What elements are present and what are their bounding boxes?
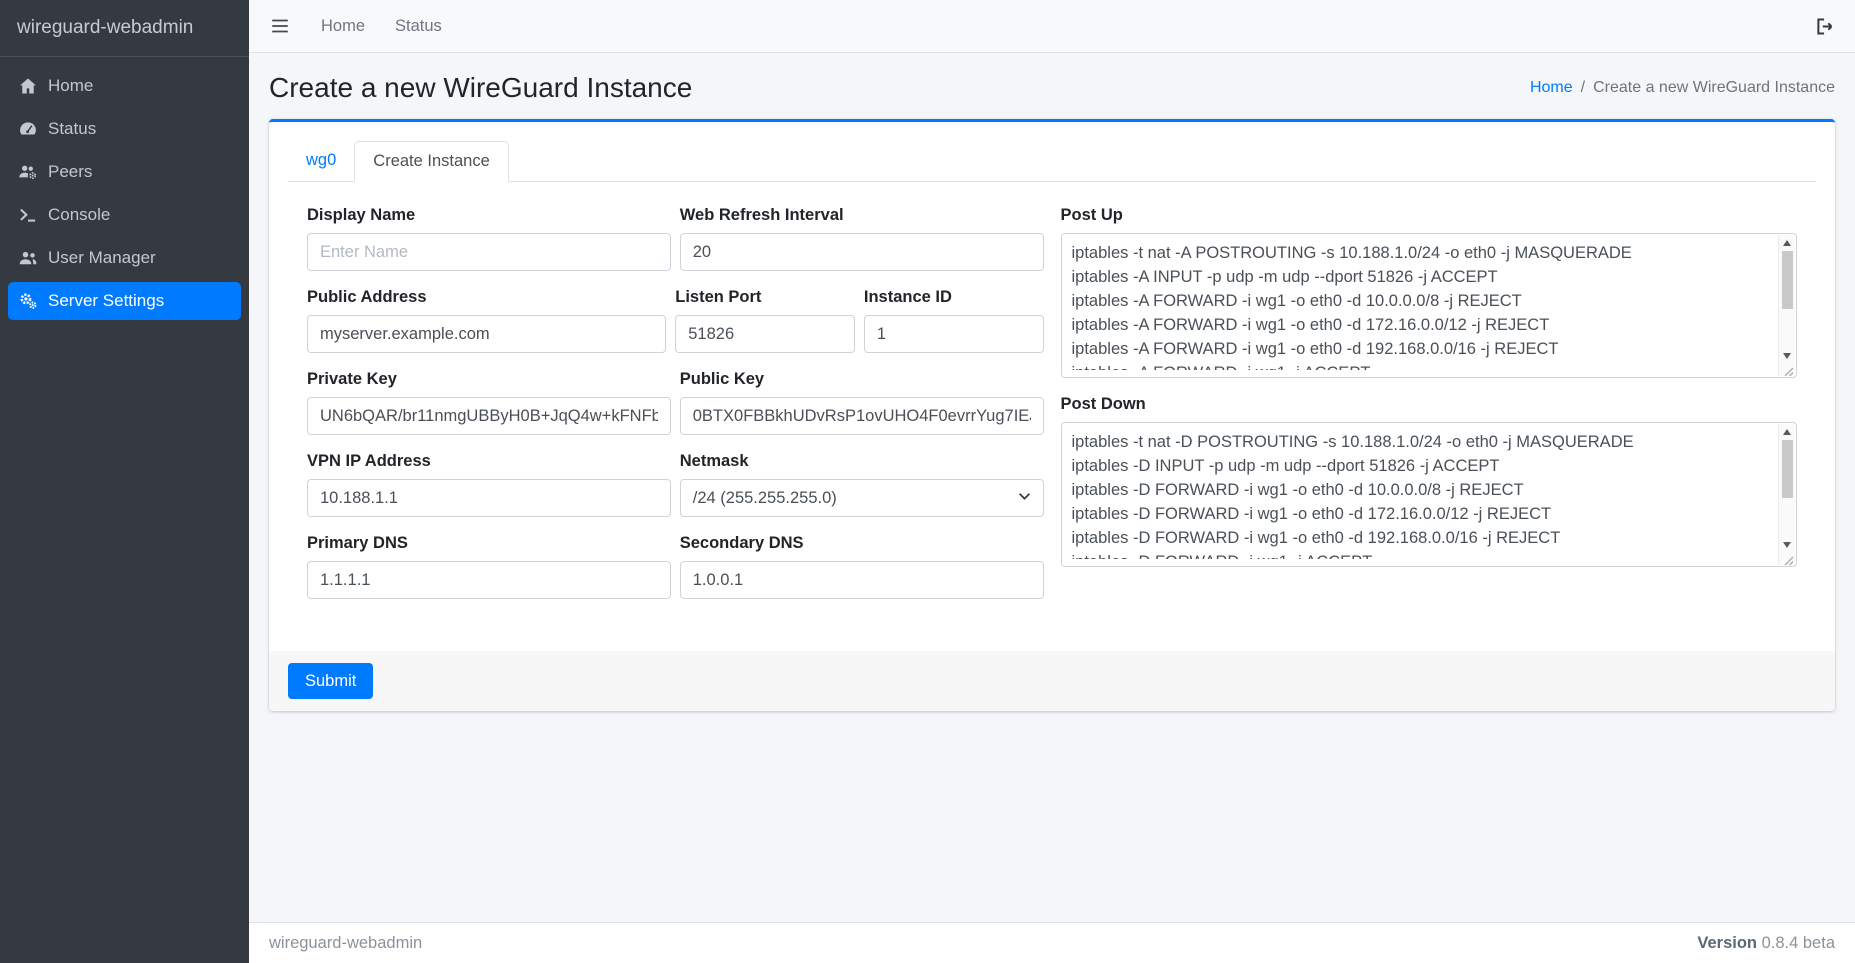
page-footer: wireguard-webadmin Version 0.8.4 beta <box>249 922 1855 963</box>
version-value: 0.8.4 beta <box>1762 934 1835 952</box>
web-refresh-interval-label: Web Refresh Interval <box>680 206 1044 225</box>
display-name-field[interactable] <box>307 233 671 271</box>
vpn-ip-label: VPN IP Address <box>307 452 671 471</box>
footer-brand: wireguard-webadmin <box>269 934 422 953</box>
instance-id-field[interactable] <box>864 315 1044 353</box>
sidebar-item-label: User Manager <box>48 248 156 268</box>
hamburger-icon[interactable] <box>269 15 291 37</box>
scroll-thumb[interactable] <box>1782 251 1793 309</box>
card-body: wg0 Create Instance Display Name <box>269 122 1835 651</box>
post-down-label: Post Down <box>1061 395 1798 414</box>
app-root: wireguard-webadmin Home Status Peers <box>0 0 1855 963</box>
footer-version: Version 0.8.4 beta <box>1697 934 1835 953</box>
tab-wg0[interactable]: wg0 <box>288 141 354 182</box>
users-gear-icon <box>18 162 48 182</box>
sidebar-item-status[interactable]: Status <box>8 110 241 148</box>
home-icon <box>18 76 48 96</box>
public-key-field[interactable] <box>680 397 1044 435</box>
scroll-up-icon[interactable] <box>1783 429 1791 435</box>
primary-dns-field[interactable] <box>307 561 671 599</box>
resize-grip-icon[interactable] <box>1783 553 1794 564</box>
scroll-thumb[interactable] <box>1782 440 1793 498</box>
post-down-scrollbar[interactable] <box>1778 424 1795 565</box>
top-navbar: Home Status <box>249 0 1855 53</box>
tachometer-icon <box>18 119 48 139</box>
primary-dns-label: Primary DNS <box>307 534 671 553</box>
cogs-icon <box>18 291 48 311</box>
private-key-label: Private Key <box>307 370 671 389</box>
version-label: Version <box>1697 934 1757 952</box>
secondary-dns-field[interactable] <box>680 561 1044 599</box>
breadcrumb-current: Create a new WireGuard Instance <box>1593 79 1835 97</box>
content-area: Create a new WireGuard Instance Home / C… <box>249 53 1855 922</box>
chevron-down-icon <box>1018 489 1031 508</box>
post-up-label: Post Up <box>1061 206 1798 225</box>
nav-link-home[interactable]: Home <box>321 17 365 36</box>
post-down-textarea[interactable]: iptables -t nat -D POSTROUTING -s 10.188… <box>1061 422 1798 567</box>
instance-form: Display Name Web Refresh Interval <box>288 182 1816 616</box>
sidebar-item-label: Console <box>48 205 110 225</box>
sidebar-item-label: Peers <box>48 162 92 182</box>
sidebar-item-label: Status <box>48 119 96 139</box>
listen-port-field[interactable] <box>675 315 855 353</box>
private-key-field[interactable] <box>307 397 671 435</box>
card-footer: Submit <box>269 651 1835 711</box>
netmask-label: Netmask <box>680 452 1044 471</box>
main-column: Home Status Create a new WireGuard Insta… <box>249 0 1855 963</box>
scroll-down-icon[interactable] <box>1783 542 1791 548</box>
instance-card: wg0 Create Instance Display Name <box>269 119 1835 711</box>
public-address-field[interactable] <box>307 315 666 353</box>
post-down-content: iptables -t nat -D POSTROUTING -s 10.188… <box>1072 430 1769 559</box>
form-left-pane: Display Name Web Refresh Interval <box>307 206 1044 616</box>
breadcrumb-separator: / <box>1581 79 1585 97</box>
netmask-select[interactable]: /24 (255.255.255.0) <box>680 479 1044 517</box>
sidebar-item-server-settings[interactable]: Server Settings <box>8 282 241 320</box>
secondary-dns-label: Secondary DNS <box>680 534 1044 553</box>
submit-button[interactable]: Submit <box>288 663 373 699</box>
listen-port-label: Listen Port <box>675 288 855 307</box>
sidebar-item-console[interactable]: Console <box>8 196 241 234</box>
sidebar-item-label: Server Settings <box>48 291 164 311</box>
netmask-selected-value: /24 (255.255.255.0) <box>693 489 837 508</box>
sidebar-nav: Home Status Peers Console <box>0 57 249 320</box>
post-up-scrollbar[interactable] <box>1778 235 1795 376</box>
scroll-up-icon[interactable] <box>1783 240 1791 246</box>
form-right-pane: Post Up iptables -t nat -A POSTROUTING -… <box>1061 206 1798 616</box>
instance-tabs: wg0 Create Instance <box>288 141 1816 182</box>
sign-out-icon[interactable] <box>1814 16 1835 37</box>
tab-create-instance[interactable]: Create Instance <box>354 141 508 182</box>
breadcrumb-home-link[interactable]: Home <box>1530 79 1573 97</box>
web-refresh-interval-field[interactable] <box>680 233 1044 271</box>
public-key-label: Public Key <box>680 370 1044 389</box>
instance-id-label: Instance ID <box>864 288 1044 307</box>
sidebar-item-user-manager[interactable]: User Manager <box>8 239 241 277</box>
sidebar-item-label: Home <box>48 76 93 96</box>
terminal-icon <box>18 205 48 225</box>
display-name-label: Display Name <box>307 206 671 225</box>
sidebar-item-home[interactable]: Home <box>8 67 241 105</box>
users-icon <box>18 248 48 268</box>
sidebar-brand[interactable]: wireguard-webadmin <box>0 0 249 57</box>
public-address-label: Public Address <box>307 288 666 307</box>
content-header: Create a new WireGuard Instance Home / C… <box>249 53 1855 119</box>
nav-link-status[interactable]: Status <box>395 17 442 36</box>
scroll-down-icon[interactable] <box>1783 353 1791 359</box>
page-title: Create a new WireGuard Instance <box>269 72 692 104</box>
resize-grip-icon[interactable] <box>1783 364 1794 375</box>
sidebar: wireguard-webadmin Home Status Peers <box>0 0 249 963</box>
vpn-ip-field[interactable] <box>307 479 671 517</box>
sidebar-item-peers[interactable]: Peers <box>8 153 241 191</box>
breadcrumb: Home / Create a new WireGuard Instance <box>1530 79 1835 97</box>
post-up-textarea[interactable]: iptables -t nat -A POSTROUTING -s 10.188… <box>1061 233 1798 378</box>
post-up-content: iptables -t nat -A POSTROUTING -s 10.188… <box>1072 241 1769 370</box>
